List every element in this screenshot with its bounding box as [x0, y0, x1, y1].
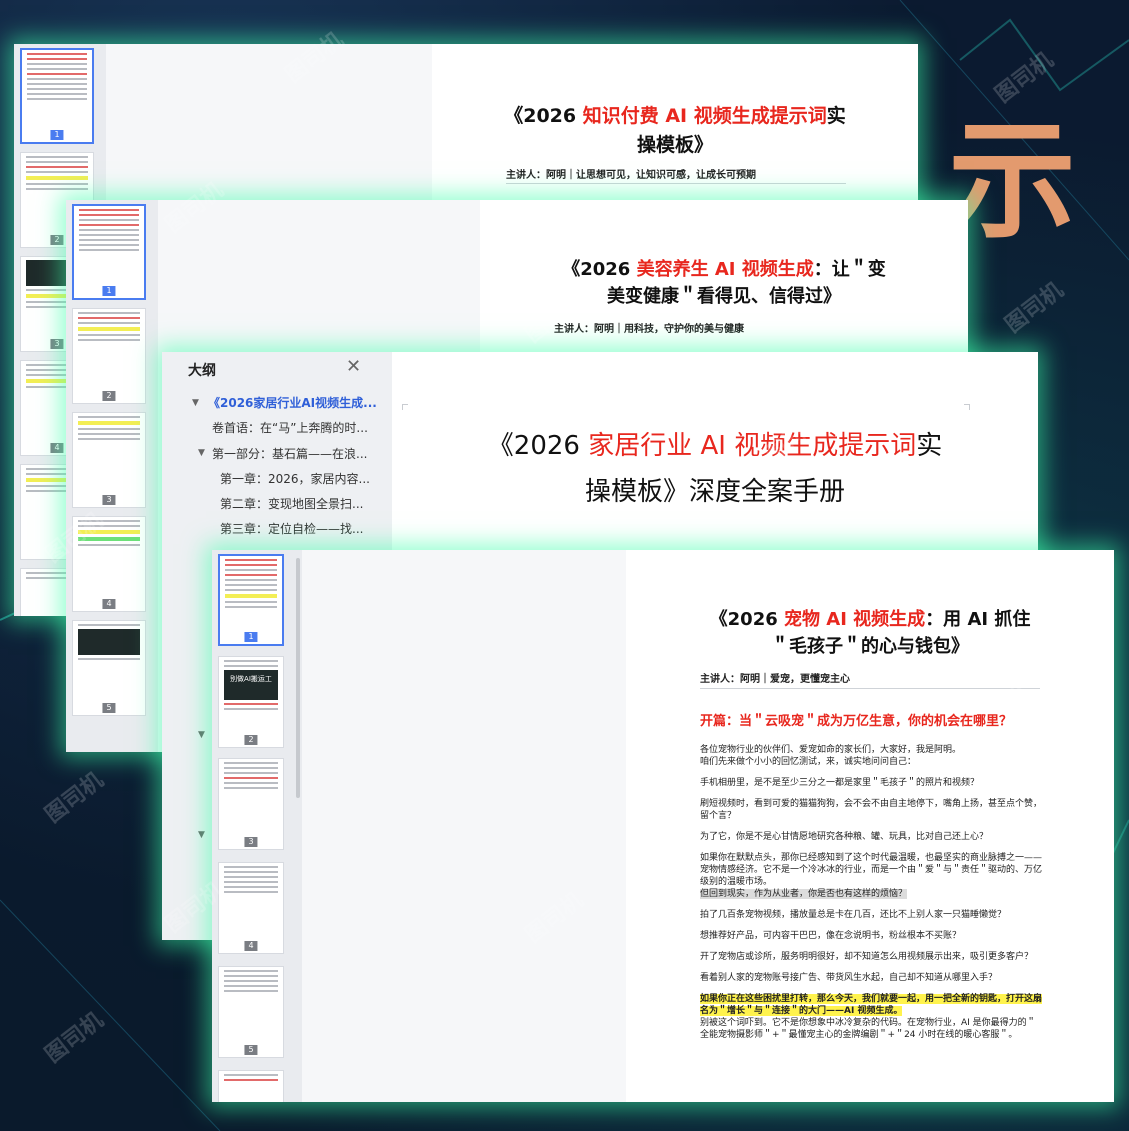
- collapse-icon[interactable]: ▼: [198, 730, 205, 740]
- page-thumbnail[interactable]: [218, 1070, 284, 1102]
- page-thumbnail[interactable]: 5: [72, 620, 146, 716]
- page-thumbnail[interactable]: 4: [218, 862, 284, 954]
- page-thumbnail[interactable]: 4: [72, 516, 146, 612]
- speaker-line: 主讲人：阿明｜爱宠，更懂宠主心: [700, 674, 850, 685]
- page-number: 1: [50, 130, 64, 140]
- outline-item[interactable]: 卷首语：在“马”上奔腾的时...: [212, 419, 368, 436]
- page-number: 5: [102, 703, 116, 713]
- document-window-pet: 1 别做AI搬运工 2 3 4 5 《2026 宠物 AI 视频生成：用 AI …: [212, 550, 1114, 1102]
- page-number: 4: [244, 941, 258, 951]
- close-icon[interactable]: ✕: [346, 356, 361, 377]
- page-thumbnail[interactable]: 2: [72, 308, 146, 404]
- thumbnail-sidebar[interactable]: 1 别做AI搬运工 2 3 4 5: [212, 550, 302, 1102]
- page-number: 2: [50, 235, 64, 245]
- outline-title: 大纲: [188, 363, 216, 379]
- document-title: 《2026 美容养生 AI 视频生成：让＂变 美变健康＂看得见、信得过》: [562, 259, 886, 307]
- page-thumbnail[interactable]: 1: [20, 48, 94, 144]
- page-number: 1: [244, 632, 258, 642]
- document-title: 《2026 知识付费 AI 视频生成提示词实 操模板》: [504, 105, 846, 156]
- speaker-line: 主讲人：阿明｜让思想可见，让知识可感，让成长可预期: [506, 170, 756, 181]
- outline-item[interactable]: 第一章：2026，家居内容...: [220, 470, 370, 487]
- document-title: 《2026 家居行业 AI 视频生成提示词实 操模板》深度全案手册: [487, 431, 943, 507]
- collapse-icon[interactable]: ▼: [198, 448, 205, 458]
- thumbnail-sidebar[interactable]: 1 2 3 4 5: [66, 200, 158, 752]
- page-thumbnail[interactable]: 1: [218, 554, 284, 646]
- section-heading: 开篇：当＂云吸宠＂成为万亿生意，你的机会在哪里？: [700, 714, 1013, 729]
- page-number: 3: [244, 837, 258, 847]
- page-thumbnail[interactable]: 3: [218, 758, 284, 850]
- page-number: 3: [102, 495, 116, 505]
- sidebar-scrollbar[interactable]: [296, 558, 300, 798]
- page-number: 4: [102, 599, 116, 609]
- page-number: 4: [50, 443, 64, 453]
- body-text: 各位宠物行业的伙伴们、爱宠如命的家长们，大家好，我是阿明。 咱们先来做个小小的回忆…: [700, 745, 1043, 1040]
- page-thumbnail[interactable]: 别做AI搬运工 2: [218, 656, 284, 748]
- document-title: 《2026 宠物 AI 视频生成：用 AI 抓住 ＂毛孩子＂的心与钱包》: [709, 609, 1031, 657]
- page-number: 5: [244, 1045, 258, 1055]
- page-number: 1: [102, 286, 116, 296]
- page-number: 3: [50, 339, 64, 349]
- outline-item[interactable]: 《2026家居行业AI视频生成...: [208, 394, 377, 411]
- outline-item[interactable]: 第一部分：基石篇——在浪...: [212, 445, 367, 462]
- document-page: 《2026 宠物 AI 视频生成：用 AI 抓住 ＂毛孩子＂的心与钱包》 主讲人…: [626, 550, 1114, 1102]
- collapse-icon[interactable]: ▼: [192, 398, 199, 408]
- speaker-line: 主讲人：阿明｜用科技，守护你的美与健康: [554, 324, 744, 335]
- page-thumbnail[interactable]: 3: [72, 412, 146, 508]
- collapse-icon[interactable]: ▼: [198, 830, 205, 840]
- outline-item[interactable]: 第二章：变现地图全景扫...: [220, 495, 363, 512]
- outline-item[interactable]: 第三章：定位自检——找...: [220, 520, 363, 537]
- page-number: 2: [244, 735, 258, 745]
- page-thumbnail[interactable]: 5: [218, 966, 284, 1058]
- page-number: 2: [102, 391, 116, 401]
- thumbnail-banner: 别做AI搬运工: [224, 670, 278, 700]
- page-thumbnail[interactable]: 1: [72, 204, 146, 300]
